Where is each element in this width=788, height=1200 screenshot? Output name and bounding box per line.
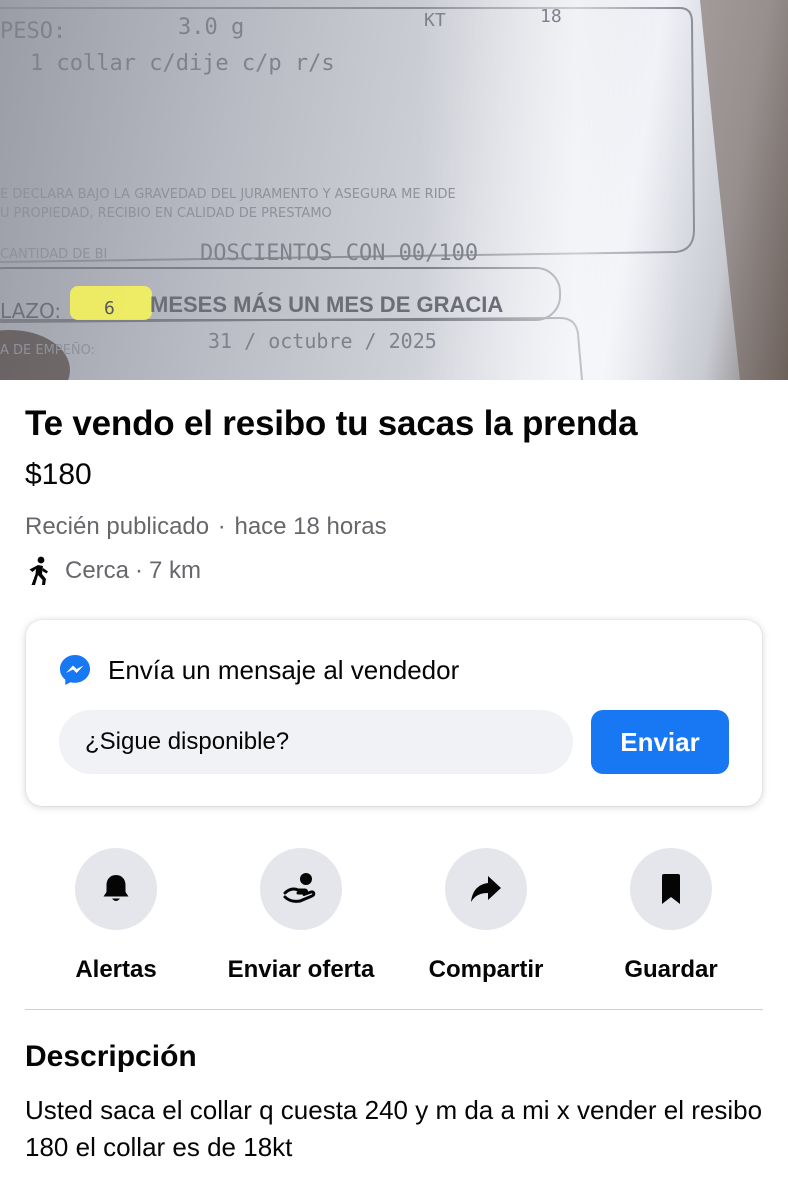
walking-person-icon [29,556,48,585]
receipt-plazo-label: LAZO: [0,299,61,323]
listing-status: Recién publicado [25,513,210,540]
bell-icon [103,875,129,901]
share-button[interactable]: Compartir [396,848,576,984]
listing-photo[interactable]: PESO: 3.0 g KT 18 1 collar c/dije c/p r/… [0,0,788,380]
message-seller-card: Envía un mensaje al vendedor ¿Sigue disp… [26,620,762,806]
receipt-empeno-label: A DE EMPEÑO: [0,342,95,358]
send-offer-icon-circle[interactable] [260,848,342,930]
distance-separator: · [135,557,144,584]
description-heading: Descripción [25,1040,197,1073]
message-card-title: Envía un mensaje al vendedor [108,654,460,685]
receipt-cantidad-label: CANTIDAD DE BI [0,247,107,262]
send-offer-button[interactable]: Enviar oferta [211,848,391,984]
receipt-declaration-2: U PROPIEDAD, RECIBIO EN CALIDAD DE PREST… [0,206,332,221]
receipt-kt: KT [424,10,446,31]
share-arrow-icon [471,876,501,902]
message-input[interactable]: ¿Sigue disponible? [59,710,573,774]
messenger-icon [60,655,90,685]
meta-separator: · [217,513,226,540]
listing-title: Te vendo el resibo tu sacas la prenda [25,404,638,443]
description-text: Usted saca el collar q cuesta 240 y m da… [25,1095,763,1162]
send-button[interactable]: Enviar [591,710,729,774]
bookmark-icon [662,874,680,904]
receipt-plazo-text: MESES MÁS UN MES DE GRACIA [150,292,503,317]
receipt-weight: 3.0 g [178,15,244,40]
listing-price: $180 [25,458,92,491]
distance-label: Cerca [65,557,130,584]
save-icon-circle[interactable] [630,848,712,930]
share-icon-circle[interactable] [445,848,527,930]
alerts-icon-circle[interactable] [75,848,157,930]
receipt-cantidad-value: DOSCIENTOS CON 00/100 [200,241,478,266]
save-label: Guardar [624,956,718,983]
receipt-plazo-number: 6 [104,298,115,319]
distance-value: 7 km [149,557,202,584]
listing-posted-time: hace 18 horas [234,513,387,540]
listing-location: Cerca · 7 km [25,556,201,586]
save-button[interactable]: Guardar [581,848,761,984]
receipt-empeno-date: 31 / octubre / 2025 [208,329,437,353]
share-label: Compartir [428,956,544,983]
section-divider [25,1009,763,1010]
receipt-peso: PESO: [0,19,66,44]
alerts-label: Alertas [75,956,157,983]
listing-meta: Recién publicado · hace 18 horas [25,513,387,541]
receipt-item: 1 collar c/dije c/p r/s [30,51,335,76]
alerts-button[interactable]: Alertas [26,848,206,984]
receipt-declaration-1: E DECLARA BAJO LA GRAVEDAD DEL JURAMENTO… [0,187,456,202]
message-card-header: Envía un mensaje al vendedor [58,653,459,687]
receipt-kt-value: 18 [540,6,562,27]
offer-hand-icon [283,873,316,903]
send-offer-label: Enviar oferta [227,956,375,983]
